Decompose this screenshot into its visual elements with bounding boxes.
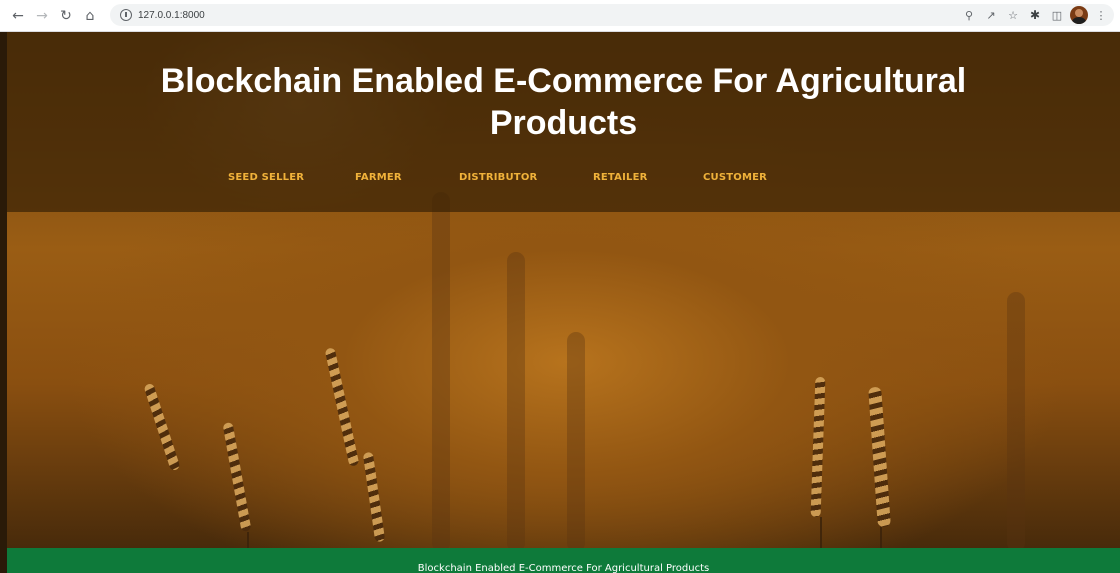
zoom-icon[interactable]: ⚲ (960, 6, 978, 24)
wheat-stalk-blur (1007, 292, 1025, 552)
wheat-ear (362, 451, 386, 543)
site-header: Blockchain Enabled E-Commerce For Agricu… (7, 32, 1120, 212)
wheat-ear (868, 386, 891, 528)
nav-link-distributor[interactable]: DISTRIBUTOR (459, 172, 537, 183)
main-nav: SEED SELLER FARMER DISTRIBUTOR RETAILER … (7, 172, 1120, 188)
site-title-line2: Products (489, 104, 638, 142)
site-footer: Blockchain Enabled E-Commerce For Agricu… (7, 548, 1120, 573)
address-bar[interactable]: 127.0.0.1:8000 ⚲ ↗ ☆ ✱ ◫ ⋮ (110, 4, 1114, 26)
wheat-stalk-blur (432, 192, 450, 552)
wheat-ear (222, 421, 252, 533)
nav-link-retailer[interactable]: RETAILER (593, 172, 648, 183)
wheat-ear (810, 376, 826, 518)
back-icon[interactable]: ← (8, 6, 28, 26)
reload-icon[interactable]: ↻ (56, 6, 76, 26)
share-icon[interactable]: ↗ (982, 6, 1000, 24)
nav-link-customer[interactable]: CUSTOMER (703, 172, 767, 183)
browser-toolbar: ← → ↻ ⌂ 127.0.0.1:8000 ⚲ ↗ ☆ ✱ ◫ ⋮ (0, 0, 1120, 32)
home-icon[interactable]: ⌂ (80, 6, 100, 26)
page-viewport: Blockchain Enabled E-Commerce For Agricu… (7, 32, 1120, 573)
url-text[interactable]: 127.0.0.1:8000 (138, 10, 205, 21)
wheat-ear (324, 347, 360, 467)
wheat-stalk-blur (567, 332, 585, 552)
menu-icon[interactable]: ⋮ (1092, 6, 1110, 24)
profile-avatar[interactable] (1070, 6, 1088, 24)
side-panel-icon[interactable]: ◫ (1048, 6, 1066, 24)
footer-text: Blockchain Enabled E-Commerce For Agricu… (417, 563, 710, 573)
bookmark-star-icon[interactable]: ☆ (1004, 6, 1022, 24)
site-title: Blockchain Enabled E-Commerce For Agricu… (7, 60, 1120, 144)
forward-icon[interactable]: → (32, 6, 52, 26)
site-title-line1: Blockchain Enabled E-Commerce For Agricu… (160, 62, 967, 100)
extensions-icon[interactable]: ✱ (1026, 6, 1044, 24)
nav-link-farmer[interactable]: FARMER (355, 172, 402, 183)
site-info-icon[interactable] (120, 9, 132, 21)
wheat-ear (143, 382, 181, 472)
nav-link-seed-seller[interactable]: SEED SELLER (228, 172, 304, 183)
wheat-stalk-blur (507, 252, 525, 552)
